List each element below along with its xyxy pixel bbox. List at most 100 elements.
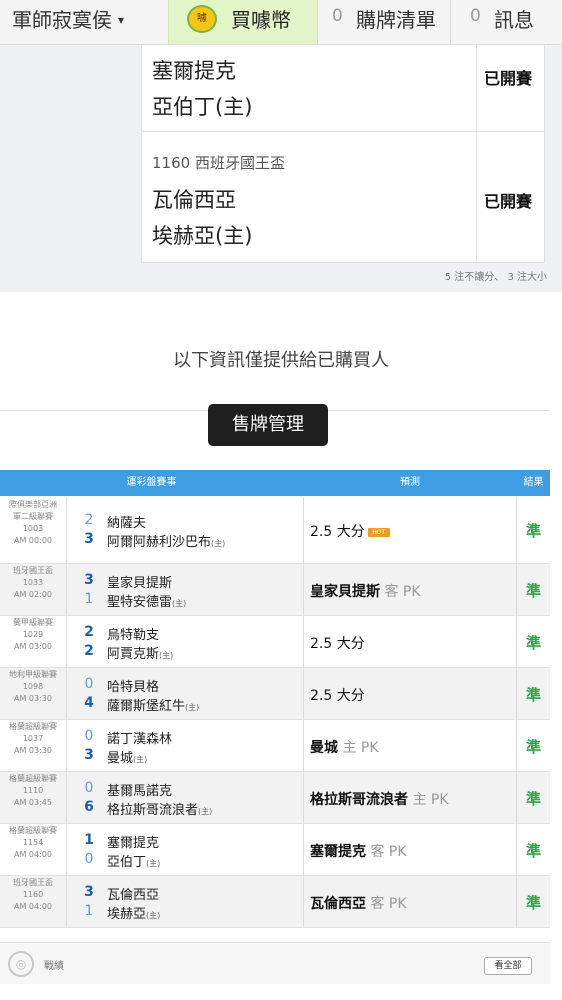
away-team: 哈特貝格 xyxy=(107,679,160,695)
away-team: 皇家貝提斯 xyxy=(107,575,173,591)
chevron-down-icon: ▾ xyxy=(118,13,125,27)
home-mark: (主) xyxy=(211,539,226,548)
table-header: 運彩盤賽事 預測 結果 xyxy=(0,470,550,496)
column-divider xyxy=(303,564,304,615)
league-name: 格蘭超級聯賽 xyxy=(9,826,57,835)
home-mark: (主) xyxy=(159,650,174,660)
match-time: AM 03:45 xyxy=(14,798,52,807)
match-meta: 地利甲級聯賽 1098 AM 03:30 xyxy=(0,669,66,705)
away-team: 納薩夫 xyxy=(107,516,147,531)
away-team: 諾丁漢森林 xyxy=(107,731,173,747)
table-row[interactable]: 格蘭超級聯賽 1154 AM 04:00 1 0 塞爾提克 亞伯丁(主) 塞爾提克 客 PK 準 xyxy=(0,824,550,876)
match-meta: 格蘭超級聯賽 1110 AM 03:45 xyxy=(0,773,66,809)
home-score: 6 xyxy=(84,798,94,815)
away-score: 1 xyxy=(84,831,94,848)
header-prediction: 預測 xyxy=(400,477,420,488)
league-name-2: 軍二級聯賽 xyxy=(13,512,53,521)
prediction: 格拉斯哥流浪者 主 PK xyxy=(310,789,449,809)
prediction: 皇家貝提斯 客 PK xyxy=(310,581,421,601)
prediction-pick: 2.5 大分 xyxy=(310,524,365,540)
sell-management-button[interactable]: 售牌管理 xyxy=(208,404,328,446)
match-meta: 格蘭超級聯賽 1037 AM 03:30 xyxy=(0,721,66,757)
home-mark: (主) xyxy=(198,806,213,816)
home-team-cell: 曼城(主) xyxy=(107,747,147,766)
match-meta: 班牙國王盃 1033 AM 02:00 xyxy=(0,565,66,601)
match-meta: 際俱樂部亞洲 軍二級聯賽 1003 AM 00:00 xyxy=(0,499,66,547)
away-score: 3 xyxy=(84,883,94,900)
away-team: 基爾馬諾克 xyxy=(107,783,173,799)
match-time: AM 03:30 xyxy=(14,746,52,755)
column-divider xyxy=(66,772,67,823)
see-all-button[interactable]: 看全部 xyxy=(484,957,532,975)
bet-summary: 5 注不讓分、 3 注大小 xyxy=(444,272,547,283)
table-row[interactable]: 格蘭超級聯賽 1110 AM 03:45 0 6 基爾馬諾克 格拉斯哥流浪者(主) 格拉斯哥流… xyxy=(0,772,550,824)
prediction-pick: 2.5 大分 xyxy=(310,687,365,704)
league-name: 格蘭超級聯賽 xyxy=(9,722,57,731)
home-team: 阿爾阿赫利沙巴布 xyxy=(107,535,212,550)
away-score: 0 xyxy=(84,727,94,744)
buyers-only-notice: 以下資訊僅提供給已購買人 xyxy=(173,350,389,371)
match-league: 1160 西班牙國王盃 xyxy=(152,154,285,172)
prediction-pick: 格拉斯哥流浪者 xyxy=(310,791,408,808)
result-mark: 準 xyxy=(525,893,541,912)
table-row[interactable]: 際俱樂部亞洲 軍二級聯賽 1003 AM 00:00 2 3 納薩夫 阿爾阿赫利沙巴布(主) 2… xyxy=(0,497,550,564)
home-team-cell: 亞伯丁(主) xyxy=(107,851,160,870)
header-events: 運彩盤賽事 xyxy=(126,477,177,488)
messages-tab[interactable]: 0 訊息 xyxy=(460,0,562,44)
prediction-pick: 塞爾提克 xyxy=(310,843,366,860)
table-row[interactable]: 格蘭超級聯賽 1037 AM 03:30 0 3 諾丁漢森林 曼城(主) 曼城 主 PK 準 xyxy=(0,720,550,772)
away-score: 2 xyxy=(84,623,94,640)
prediction-type: 客 PK xyxy=(384,583,421,600)
match-teams: 塞爾提克 亞伯丁(主) xyxy=(142,45,477,131)
match-code: 1029 xyxy=(22,630,44,639)
target-icon: ◎ xyxy=(8,951,34,977)
table-row[interactable]: 蘭甲級聯賽 1029 AM 03:00 2 2 烏特勒支 阿賈克斯(主) 2.5 大分 準 xyxy=(0,616,550,668)
home-team: 瓦倫西亞 xyxy=(152,188,236,212)
home-team-cell: 薩爾斯堡紅牛(主) xyxy=(107,695,199,714)
home-team: 曼城 xyxy=(107,750,134,766)
page-bottom xyxy=(0,984,562,1000)
league-name: 班牙國王盃 xyxy=(13,878,53,887)
match-code: 1110 xyxy=(22,786,44,795)
home-team: 埃赫亞 xyxy=(107,906,147,922)
league-name: 蘭甲級聯賽 xyxy=(13,618,53,627)
buy-coins-tab[interactable]: 噱 買噱幣 xyxy=(168,0,318,44)
table-row[interactable]: 地利甲級聯賽 1098 AM 03:30 0 4 哈特貝格 薩爾斯堡紅牛(主) 2.5 大分 準 xyxy=(0,668,550,720)
column-divider xyxy=(66,564,67,615)
prediction-type: 客 PK xyxy=(370,843,407,860)
home-team-cell: 阿賈克斯(主) xyxy=(107,643,173,662)
match-meta: 格蘭超級聯賽 1154 AM 04:00 xyxy=(0,825,66,861)
buy-coins-label: 買噱幣 xyxy=(231,8,291,32)
table-row[interactable]: 班牙國王盃 1033 AM 02:00 3 1 皇家貝提斯 聖特安德雷(主) 皇家貝提斯 客 … xyxy=(0,564,550,616)
league-name: 際俱樂部亞洲 xyxy=(9,500,57,509)
prediction: 2.5 大分 HOT xyxy=(310,521,390,541)
cart-tab[interactable]: 0 購牌清單 xyxy=(322,0,451,44)
away-team: 塞爾提克 xyxy=(107,835,160,851)
result-mark: 準 xyxy=(525,633,541,652)
result-mark: 準 xyxy=(525,737,541,756)
message-count: 0 xyxy=(470,6,481,26)
hot-badge: HOT xyxy=(367,527,390,537)
column-divider xyxy=(66,616,67,667)
match-teams: 1160 西班牙國王盃 瓦倫西亞 埃赫亞(主) xyxy=(142,132,477,262)
prediction-type: 主 PK xyxy=(412,791,449,808)
match-meta: 班牙國王盃 1160 AM 04:00 xyxy=(0,877,66,913)
match-time: AM 04:00 xyxy=(14,902,52,911)
record-bar: ◎ 戰績 看全部 xyxy=(0,942,550,985)
home-score: 3 xyxy=(84,531,94,547)
top-nav: 軍師寂寞侯 ▾ 噱 買噱幣 0 購牌清單 0 訊息 xyxy=(0,0,562,45)
prediction: 2.5 大分 xyxy=(310,685,365,705)
match-code: 1003 xyxy=(22,524,44,533)
prediction-type: 主 PK xyxy=(342,739,379,756)
home-score: 1 xyxy=(84,902,94,919)
prediction: 曼城 主 PK xyxy=(310,737,379,757)
column-divider xyxy=(66,824,67,875)
prediction: 瓦倫西亞 客 PK xyxy=(310,893,407,913)
column-divider xyxy=(303,824,304,875)
table-row[interactable]: 班牙國王盃 1160 AM 04:00 3 1 瓦倫西亞 埃赫亞(主) 瓦倫西亞 客 PK 準 xyxy=(0,876,550,928)
away-score: 2 xyxy=(84,512,94,528)
prediction: 2.5 大分 xyxy=(310,633,365,653)
user-menu[interactable]: 軍師寂寞侯 ▾ xyxy=(12,4,124,33)
home-team: 聖特安德雷 xyxy=(107,594,173,610)
home-team: 阿賈克斯 xyxy=(107,646,160,662)
